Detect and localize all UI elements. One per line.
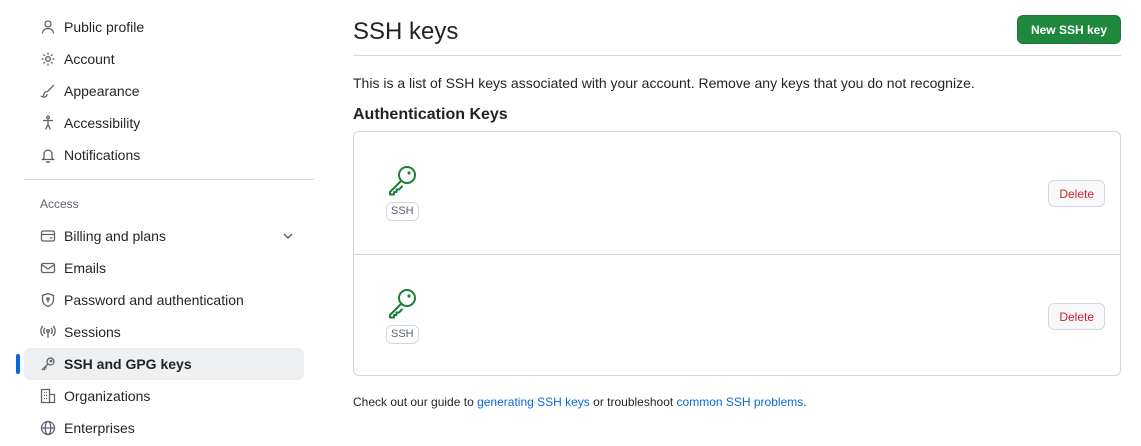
gear-icon [40, 51, 56, 67]
key-icon [40, 356, 56, 372]
sidebar-section-access: Access [40, 197, 79, 211]
sidebar-item-enterprises[interactable]: Enterprises [24, 412, 314, 444]
broadcast-icon [40, 324, 56, 340]
chevron-down-icon[interactable] [280, 228, 296, 244]
sidebar-item-notifications[interactable]: Notifications [24, 139, 314, 171]
sidebar-item-password[interactable]: Password and authentication [24, 284, 314, 316]
main-content: SSH keys New SSH key This is a list of S… [353, 0, 1121, 409]
sidebar-item-ssh-gpg-keys[interactable]: SSH and GPG keys [16, 348, 304, 380]
sidebar-item-label: Public profile [64, 19, 145, 35]
common-ssh-problems-link[interactable]: common SSH problems [677, 395, 804, 409]
delete-key-button[interactable]: Delete [1048, 303, 1105, 330]
sidebar-item-label: Enterprises [64, 420, 135, 436]
sidebar-item-label: Emails [64, 260, 107, 276]
globe-icon [40, 420, 56, 436]
key-type-label: SSH [386, 325, 419, 344]
sidebar-item-accessibility[interactable]: Accessibility [24, 107, 314, 139]
bell-icon [40, 147, 56, 163]
sidebar-item-public-profile[interactable]: Public profile [24, 11, 314, 43]
mail-icon [40, 260, 56, 276]
ssh-help-note: Check out our guide to generating SSH ke… [353, 395, 807, 409]
sidebar-item-emails[interactable]: Emails [24, 252, 314, 284]
sidebar-item-label: Organizations [64, 388, 151, 404]
sidebar-item-sessions[interactable]: Sessions [24, 316, 314, 348]
key-type-label: SSH [386, 202, 419, 221]
person-icon [40, 19, 56, 35]
new-ssh-key-button[interactable]: New SSH key [1016, 15, 1121, 44]
paintbrush-icon [40, 83, 56, 99]
organization-icon [40, 388, 56, 404]
sidebar-item-billing[interactable]: Billing and plans [24, 220, 314, 252]
sidebar-item-label: Appearance [64, 83, 140, 99]
page-header: SSH keys New SSH key [353, 0, 1121, 56]
sidebar-divider [24, 179, 314, 180]
shield-lock-icon [40, 292, 56, 308]
sidebar-item-account[interactable]: Account [24, 43, 314, 75]
page-description: This is a list of SSH keys associated wi… [353, 75, 975, 91]
key-icon [386, 164, 418, 196]
sidebar-item-label: Accessibility [64, 115, 141, 131]
credit-card-icon [40, 228, 56, 244]
sidebar-item-label: Password and authentication [64, 292, 244, 308]
sidebar-item-label: Notifications [64, 147, 141, 163]
help-text-prefix: Check out our guide to [353, 395, 478, 409]
settings-sidebar: Public profile Account Appearance Access… [16, 0, 314, 446]
key-icon [386, 287, 418, 319]
help-text-suffix: . [803, 395, 807, 409]
sidebar-item-appearance[interactable]: Appearance [24, 75, 314, 107]
ssh-keys-list: SSH Delete SSH Delete [353, 131, 1121, 376]
help-text-middle: or troubleshoot [589, 395, 677, 409]
sidebar-item-label: Account [64, 51, 115, 67]
page-title: SSH keys [353, 18, 459, 45]
sidebar-item-label: Billing and plans [64, 228, 166, 244]
sidebar-item-label: Sessions [64, 324, 121, 340]
ssh-key-row: SSH Delete [354, 254, 1120, 376]
sidebar-item-label: SSH and GPG keys [64, 356, 192, 372]
accessibility-icon [40, 115, 56, 131]
sidebar-item-organizations[interactable]: Organizations [24, 380, 314, 412]
ssh-key-row: SSH Delete [354, 132, 1120, 254]
generating-ssh-keys-link[interactable]: generating SSH keys [477, 395, 590, 409]
delete-key-button[interactable]: Delete [1048, 180, 1105, 207]
authentication-keys-heading: Authentication Keys [353, 106, 508, 123]
